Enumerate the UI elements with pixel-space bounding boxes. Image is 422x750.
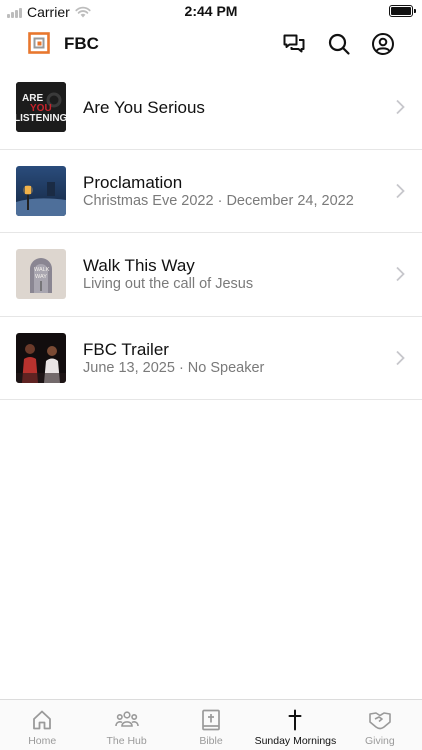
svg-text:LISTENING: LISTENING	[16, 113, 66, 124]
sermon-title: FBC Trailer	[83, 339, 169, 359]
chevron-right-icon	[396, 99, 405, 115]
app-header: FBC	[0, 22, 422, 66]
tab-sunday-mornings[interactable]: Sunday Mornings	[253, 700, 337, 750]
tab-bar: Home The Hub Bible Sunday Mornings Givin…	[0, 699, 422, 750]
list-item[interactable]: Proclamation Christmas Eve 2022 · Decemb…	[0, 150, 422, 233]
status-time: 2:44 PM	[184, 3, 238, 19]
tab-label: Home	[28, 735, 57, 747]
are-you-listening-artwork: ARE YOU LISTENING	[16, 82, 66, 132]
sermon-title: Walk This Way	[83, 256, 195, 275]
chat-icon[interactable]	[282, 32, 306, 56]
tab-label: Sunday Mornings	[254, 735, 337, 747]
list-item[interactable]: WALK WAY Walk This Way Living out the ca…	[0, 233, 422, 317]
tab-giving[interactable]: Giving	[338, 700, 422, 750]
svg-text:WALK: WALK	[34, 267, 50, 273]
bible-icon	[202, 709, 220, 731]
list-item[interactable]: FBC Trailer June 13, 2025 · No Speaker	[0, 317, 422, 400]
sermon-thumbnail	[16, 165, 66, 216]
tab-bible[interactable]: Bible	[169, 700, 253, 750]
sermon-subtitle: Living out the call of Jesus	[83, 276, 254, 292]
sermon-thumbnail: WALK WAY	[16, 249, 66, 299]
proclamation-artwork	[16, 165, 66, 216]
chevron-right-icon	[396, 183, 405, 198]
app-title: FBC	[64, 34, 99, 53]
sermon-subtitle: Christmas Eve 2022 · December 24, 2022	[83, 192, 354, 209]
cross-icon	[288, 709, 302, 731]
tab-label: The Hub	[106, 735, 147, 747]
tab-the-hub[interactable]: The Hub	[84, 700, 168, 750]
tab-home[interactable]: Home	[0, 700, 84, 750]
chevron-right-icon	[396, 266, 405, 282]
tab-label: Giving	[364, 735, 395, 747]
fbc-trailer-artwork	[16, 332, 66, 383]
svg-text:WAY: WAY	[35, 274, 47, 280]
search-icon[interactable]	[327, 32, 351, 56]
fbc-logo-icon	[28, 32, 50, 54]
tab-label: Bible	[199, 735, 223, 747]
account-icon[interactable]	[371, 32, 395, 56]
sermon-thumbnail: ARE YOU LISTENING	[16, 82, 66, 132]
status-bar: Carrier 2:44 PM	[0, 0, 422, 22]
battery-icon	[389, 5, 416, 17]
sermon-title: Proclamation	[83, 172, 183, 192]
sermon-list: ARE YOU LISTENING Are You Serious Procla…	[0, 66, 422, 400]
list-item[interactable]: ARE YOU LISTENING Are You Serious	[0, 66, 422, 150]
sermon-subtitle: June 13, 2025 · No Speaker	[83, 359, 265, 376]
sermon-thumbnail	[16, 332, 66, 383]
sermon-title: Are You Serious	[83, 98, 205, 117]
home-icon	[33, 710, 52, 730]
walk-this-way-artwork: WALK WAY	[16, 249, 66, 299]
giving-icon	[369, 712, 391, 730]
people-icon	[114, 711, 139, 727]
chevron-right-icon	[396, 350, 405, 365]
